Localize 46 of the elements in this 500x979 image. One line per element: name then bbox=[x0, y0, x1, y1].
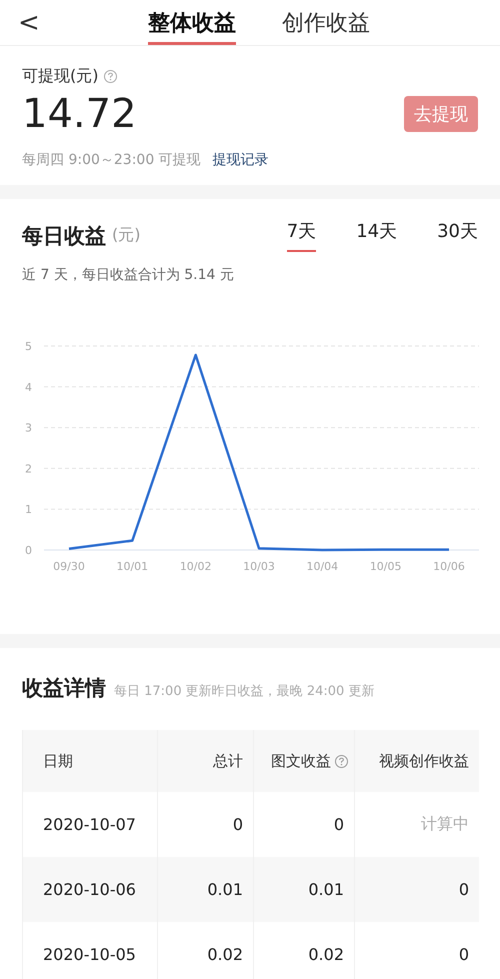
y-tick-label: 3 bbox=[25, 422, 32, 435]
x-tick-label: 10/02 bbox=[180, 560, 212, 573]
table-cell: 2020-10-07 bbox=[43, 815, 136, 834]
x-tick-label: 10/01 bbox=[116, 560, 148, 573]
period-tab[interactable]: 30天 bbox=[437, 219, 478, 252]
withdraw-history-link[interactable]: 提现记录 bbox=[212, 151, 269, 169]
column-title: 视频创作收益 bbox=[379, 752, 469, 770]
update-note: 每日 17:00 更新昨日收益，最晚 24:00 更新 bbox=[114, 683, 374, 700]
table-cell: 0.02 bbox=[308, 945, 344, 964]
table-cell: 0 bbox=[334, 815, 344, 834]
table-cell: 0.02 bbox=[207, 945, 243, 964]
back-button[interactable]: < bbox=[0, 10, 58, 36]
table-cell: 0.01 bbox=[308, 880, 344, 899]
x-tick-label: 09/30 bbox=[53, 560, 85, 573]
period-tab[interactable]: 14天 bbox=[356, 219, 398, 252]
table-cell: 2020-10-05 bbox=[43, 945, 136, 964]
column-title: 图文收益 bbox=[271, 752, 331, 770]
help-icon[interactable] bbox=[104, 70, 118, 83]
table-cell: 0 bbox=[458, 945, 469, 964]
table-cell: 0 bbox=[458, 880, 469, 899]
y-tick-label: 2 bbox=[25, 462, 32, 476]
column-title: 日期 bbox=[43, 752, 73, 770]
table-cell: 0.01 bbox=[207, 880, 243, 899]
period-tab[interactable]: 7天 bbox=[286, 219, 316, 252]
section-title: 每日收益 bbox=[22, 222, 106, 250]
unit-label: (元) bbox=[112, 225, 140, 246]
x-tick-label: 10/03 bbox=[243, 560, 275, 573]
column-title: 总计 bbox=[213, 752, 243, 770]
balance-label: 可提现(元) bbox=[22, 66, 98, 87]
tab[interactable]: 创作收益 bbox=[282, 0, 370, 45]
table-cell: 2020-10-06 bbox=[43, 880, 136, 899]
help-icon[interactable] bbox=[335, 754, 348, 768]
summary-text: 近 7 天，每日收益合计为 5.14 元 bbox=[22, 266, 235, 284]
balance-amount: 14.72 bbox=[22, 91, 137, 137]
section-title: 收益详情 bbox=[22, 675, 106, 702]
table-cell: 0 bbox=[232, 815, 243, 834]
table-cell: 计算中 bbox=[421, 814, 469, 835]
withdraw-hours: 每周四 9:00～23:00 可提现 bbox=[22, 151, 201, 169]
x-tick-label: 10/06 bbox=[433, 560, 465, 573]
y-tick-label: 4 bbox=[25, 380, 32, 394]
tab[interactable]: 整体收益 bbox=[148, 0, 236, 45]
y-tick-label: 1 bbox=[25, 503, 32, 516]
y-tick-label: 0 bbox=[25, 544, 32, 557]
x-tick-label: 10/04 bbox=[306, 560, 338, 573]
x-tick-label: 10/05 bbox=[370, 560, 402, 573]
y-tick-label: 5 bbox=[25, 340, 32, 353]
